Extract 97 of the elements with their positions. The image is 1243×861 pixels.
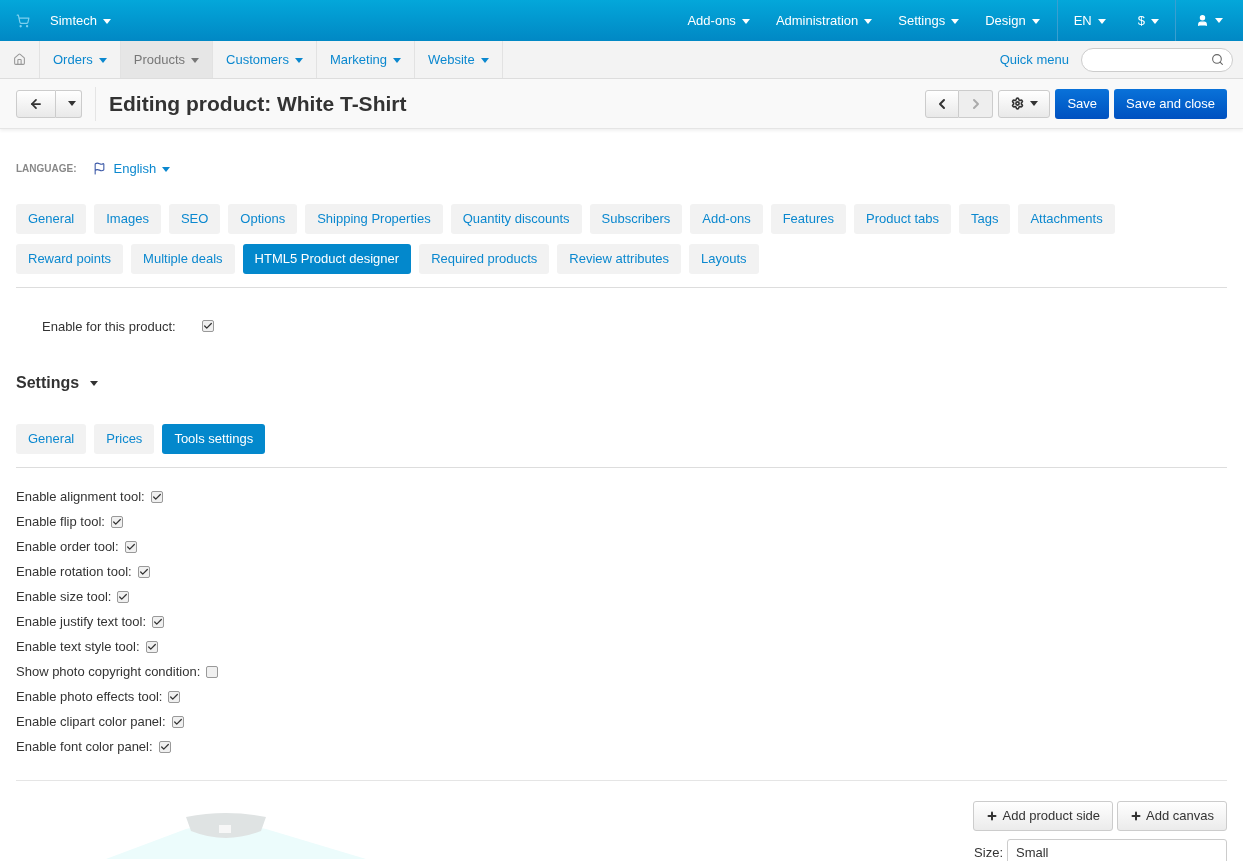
search-icon — [1211, 53, 1224, 66]
settings-button[interactable] — [998, 89, 1051, 118]
add-button[interactable]: Add product side — [973, 801, 1114, 831]
language-label: LANGUAGE: — [16, 162, 77, 177]
tab[interactable]: Required products — [419, 243, 550, 274]
caret-icon — [864, 18, 873, 24]
top-menu[interactable]: Administration — [765, 10, 883, 31]
quick-menu-link[interactable]: Quick menu — [999, 49, 1069, 70]
caret-icon — [191, 57, 200, 63]
settings-icon — [1010, 97, 1024, 110]
option-label: Enable alignment tool: — [16, 488, 145, 507]
checkbox[interactable] — [171, 716, 184, 728]
add-button[interactable]: Add canvas — [1117, 801, 1227, 831]
tab[interactable]: Quantity discounts — [450, 203, 582, 234]
option-label: Enable photo effects tool: — [16, 688, 163, 707]
save-button[interactable]: Save — [1055, 88, 1110, 119]
tab[interactable]: Review attributes — [557, 243, 682, 274]
checkbox[interactable] — [150, 491, 163, 503]
enable-label: Enable for this product: — [42, 317, 177, 336]
option-label: Enable text style tool: — [16, 638, 140, 657]
caret-icon — [480, 57, 489, 63]
caret-icon — [294, 57, 303, 63]
checkbox[interactable] — [110, 516, 123, 528]
tab[interactable]: Layouts — [689, 243, 759, 274]
caret-icon — [393, 57, 401, 63]
caret-icon — [741, 18, 750, 24]
tab[interactable]: Subscribers — [589, 203, 683, 234]
tab[interactable]: Add-ons — [690, 203, 763, 234]
checkbox[interactable] — [137, 566, 150, 578]
tab[interactable]: Multiple deals — [131, 243, 235, 274]
caret-icon — [90, 380, 99, 386]
checkbox[interactable] — [145, 641, 158, 653]
caret-icon — [98, 57, 107, 63]
size-select[interactable]: Small — [1007, 839, 1227, 861]
search-field[interactable] — [1081, 47, 1233, 72]
tab[interactable]: General — [16, 424, 87, 454]
nav-item[interactable]: Products — [120, 41, 214, 78]
nav-item[interactable]: Customers — [213, 41, 317, 78]
language-select[interactable]: English — [113, 159, 171, 179]
option-label: Enable clipart color panel: — [16, 713, 166, 732]
tab[interactable]: SEO — [168, 203, 221, 234]
option-label: Enable size tool: — [16, 588, 112, 607]
checkbox[interactable] — [117, 591, 130, 603]
settings-heading: Settings — [16, 373, 80, 393]
tab[interactable]: Attachments — [1018, 203, 1115, 234]
plus-icon — [1130, 810, 1143, 822]
caret-icon — [102, 18, 111, 24]
option-label: Enable justify text tool: — [16, 613, 147, 632]
nav-item[interactable]: Website — [415, 41, 503, 78]
option-label: Enable font color panel: — [16, 738, 153, 757]
option-label: Enable rotation tool: — [16, 563, 132, 582]
back-button[interactable] — [16, 89, 56, 118]
nav-item[interactable]: Marketing — [316, 41, 415, 78]
tab[interactable]: Images — [94, 203, 161, 234]
tab[interactable]: Prices — [94, 424, 155, 454]
option-label: Show photo copyright condition: — [16, 663, 201, 682]
nav-item[interactable]: Orders — [40, 41, 121, 78]
tab[interactable]: Options — [228, 203, 298, 234]
option-label: Enable flip tool: — [16, 513, 105, 532]
store-menu[interactable]: Simtech — [50, 10, 111, 31]
checkbox[interactable] — [124, 541, 137, 553]
dropdown-button[interactable] — [56, 89, 82, 118]
save-button[interactable]: Save and close — [1114, 88, 1227, 119]
caret-icon — [1031, 18, 1040, 24]
user-icon — [1196, 14, 1209, 27]
caret-icon — [1151, 18, 1159, 24]
flag-icon — [92, 162, 106, 176]
language-menu[interactable]: EN — [1057, 10, 1122, 31]
tab[interactable]: HTML5 Product designer — [242, 243, 412, 274]
caret-icon — [951, 18, 960, 24]
home-icon[interactable] — [13, 53, 26, 66]
size-label: Size: — [974, 844, 1003, 861]
checkbox[interactable] — [202, 320, 214, 333]
checkbox[interactable] — [206, 666, 219, 678]
tab[interactable]: Tags — [958, 203, 1011, 234]
caret-icon — [67, 101, 76, 106]
tab[interactable]: Features — [770, 203, 846, 234]
plus-icon — [986, 810, 999, 822]
previous-button[interactable] — [925, 89, 960, 118]
tab[interactable]: Shipping Properties — [305, 203, 443, 234]
currency-menu[interactable]: $ — [1121, 10, 1175, 31]
caret-icon — [1097, 18, 1106, 24]
top-menu[interactable]: Settings — [888, 10, 970, 31]
option-label: Enable order tool: — [16, 538, 119, 557]
checkbox[interactable] — [152, 616, 165, 628]
top-menu[interactable]: Add-ons — [677, 10, 760, 31]
tab[interactable]: Reward points — [16, 243, 124, 274]
tab[interactable]: Product tabs — [853, 203, 951, 234]
checkbox[interactable] — [168, 691, 181, 703]
caret-icon — [1029, 101, 1038, 106]
caret-icon — [1215, 18, 1223, 23]
page-title: Editing product: White T-Shirt — [109, 90, 407, 117]
tab[interactable]: General — [16, 203, 87, 234]
top-menu[interactable]: Design — [975, 10, 1050, 31]
tab[interactable]: Tools settings — [162, 424, 266, 454]
caret-icon — [162, 167, 171, 173]
checkbox[interactable] — [158, 741, 171, 753]
